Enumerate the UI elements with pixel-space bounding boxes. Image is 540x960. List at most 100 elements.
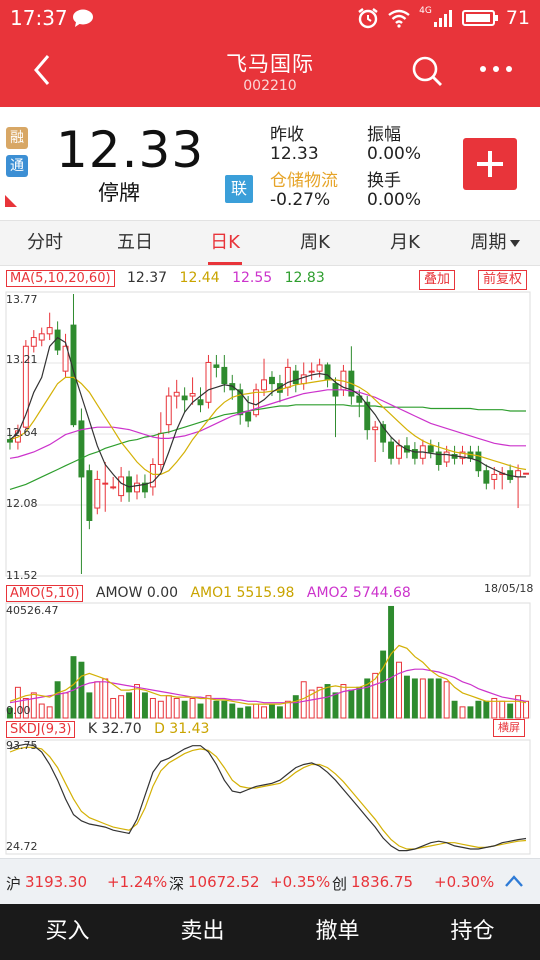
kline-chart[interactable]: MA(5,10,20,60) 12.37 12.44 12.55 12.83 叠… bbox=[0, 266, 540, 856]
candle-body bbox=[515, 470, 522, 478]
adjust-button[interactable]: 前复权 bbox=[478, 270, 528, 290]
app-header: 飞马国际 002210 bbox=[0, 40, 540, 104]
volume-bar bbox=[269, 703, 275, 719]
index-ticker[interactable]: 沪 3193.30 +1.24% 深 10672.52 +0.35% 创 183… bbox=[0, 858, 540, 904]
sh-label: 沪 bbox=[6, 875, 22, 893]
buy-button[interactable]: 买入 bbox=[0, 904, 135, 960]
volume-bar bbox=[94, 681, 101, 719]
k-value: K 32.70 bbox=[87, 721, 142, 737]
candle-body bbox=[86, 470, 93, 521]
kdj-d-line bbox=[9, 746, 527, 850]
candle-body bbox=[269, 376, 275, 385]
volume-bar bbox=[126, 692, 133, 719]
volume-bar bbox=[316, 686, 323, 719]
tab-weekly-k[interactable]: 周K bbox=[270, 221, 360, 265]
tab-label: 五日 bbox=[117, 232, 153, 253]
volume-bar bbox=[141, 692, 148, 719]
candle-body bbox=[213, 364, 220, 368]
candle-body bbox=[134, 482, 140, 493]
tab-period[interactable]: 周期 bbox=[450, 221, 540, 265]
volume-bar bbox=[507, 703, 514, 719]
candle-body bbox=[388, 441, 395, 459]
tab-intraday[interactable]: 分时 bbox=[0, 221, 90, 265]
sz-change: +0.35% bbox=[270, 873, 331, 891]
candle-body bbox=[38, 333, 45, 341]
landscape-button[interactable]: 横屏 bbox=[493, 719, 525, 737]
kdj-tick-bottom: 24.72 bbox=[6, 840, 38, 853]
volume-bar bbox=[348, 689, 355, 719]
kdj-legend-label: SKDJ(9,3) bbox=[6, 721, 76, 738]
candle-body bbox=[94, 478, 101, 509]
candle-body bbox=[173, 391, 180, 397]
signal-icon bbox=[433, 10, 452, 27]
candle-body bbox=[102, 482, 109, 485]
stock-code: 002210 bbox=[243, 78, 297, 94]
sell-button[interactable]: 卖出 bbox=[135, 904, 270, 960]
volume-bar bbox=[467, 706, 474, 719]
add-watchlist-button[interactable] bbox=[463, 138, 517, 190]
volume-bar bbox=[300, 681, 307, 719]
tab-label: 分时 bbox=[27, 232, 63, 253]
prev-close-value: 12.33 bbox=[270, 144, 319, 164]
candle-body bbox=[308, 370, 315, 373]
overlay-button[interactable]: 叠加 bbox=[419, 270, 456, 290]
tab-monthly-k[interactable]: 月K bbox=[360, 221, 450, 265]
chart-canvas bbox=[5, 291, 531, 855]
message-icon bbox=[73, 9, 93, 27]
volume-bar bbox=[86, 692, 93, 719]
volume-bar bbox=[261, 706, 267, 719]
volume-bar bbox=[78, 661, 85, 719]
candle-body bbox=[189, 393, 196, 397]
candle-body bbox=[443, 451, 450, 463]
candle-body bbox=[221, 366, 228, 385]
sector-name[interactable]: 仓储物流 bbox=[270, 166, 338, 191]
network-type: 4G bbox=[419, 6, 432, 16]
cancel-order-button[interactable]: 撤单 bbox=[270, 904, 405, 960]
volume-bar bbox=[427, 678, 434, 719]
tab-label: 日K bbox=[210, 232, 240, 253]
volume-bar bbox=[403, 675, 410, 719]
candle-body bbox=[427, 445, 434, 453]
volume-bar bbox=[276, 706, 283, 719]
amo1-value: AMO1 5515.98 bbox=[190, 585, 295, 601]
ma-legend: MA(5,10,20,60) 12.37 12.44 12.55 12.83 bbox=[6, 270, 333, 287]
price-tick: 12.64 bbox=[6, 426, 38, 439]
volume-bar bbox=[253, 703, 260, 719]
volume-bar bbox=[499, 700, 506, 719]
prev-close-label: 昨收 bbox=[270, 125, 304, 145]
volume-bar bbox=[149, 697, 156, 719]
volume-tick-bottom: 0.00 bbox=[6, 704, 31, 717]
candle-body bbox=[149, 463, 156, 488]
search-icon[interactable] bbox=[410, 54, 444, 88]
sz-value: 10672.52 bbox=[188, 873, 260, 891]
tab-label: 周K bbox=[300, 232, 330, 253]
ma-legend-label: MA(5,10,20,60) bbox=[6, 270, 115, 287]
volume-bar bbox=[54, 681, 61, 719]
ma20-value: 12.55 bbox=[232, 270, 273, 286]
top-bar: 17:37 4G 71 飞马国际 002210 bbox=[0, 0, 540, 107]
volume-bar bbox=[523, 700, 529, 719]
volume-bar bbox=[38, 703, 45, 719]
panel-frame bbox=[5, 602, 531, 719]
volume-bar bbox=[284, 700, 291, 719]
tab-daily-k[interactable]: 日K bbox=[180, 221, 270, 265]
ma20-line bbox=[9, 389, 526, 459]
candle-body bbox=[110, 486, 117, 489]
candle-body bbox=[197, 399, 204, 406]
panel-frame bbox=[5, 739, 531, 855]
status-time: 17:37 bbox=[10, 6, 68, 30]
related-badge[interactable]: 联 bbox=[225, 175, 253, 203]
candle-body bbox=[483, 470, 490, 484]
tab-five-day[interactable]: 五日 bbox=[90, 221, 180, 265]
candle-body bbox=[245, 411, 252, 422]
candle-body bbox=[261, 379, 267, 391]
volume-bar bbox=[245, 706, 252, 719]
volume-bar bbox=[380, 650, 387, 719]
cy-change: +0.30% bbox=[434, 873, 495, 891]
chevron-up-icon[interactable] bbox=[504, 874, 524, 888]
candle-body bbox=[491, 473, 498, 480]
corner-marker bbox=[5, 195, 17, 207]
candle-body bbox=[205, 361, 212, 403]
more-icon[interactable] bbox=[478, 62, 514, 76]
positions-button[interactable]: 持仓 bbox=[405, 904, 540, 960]
